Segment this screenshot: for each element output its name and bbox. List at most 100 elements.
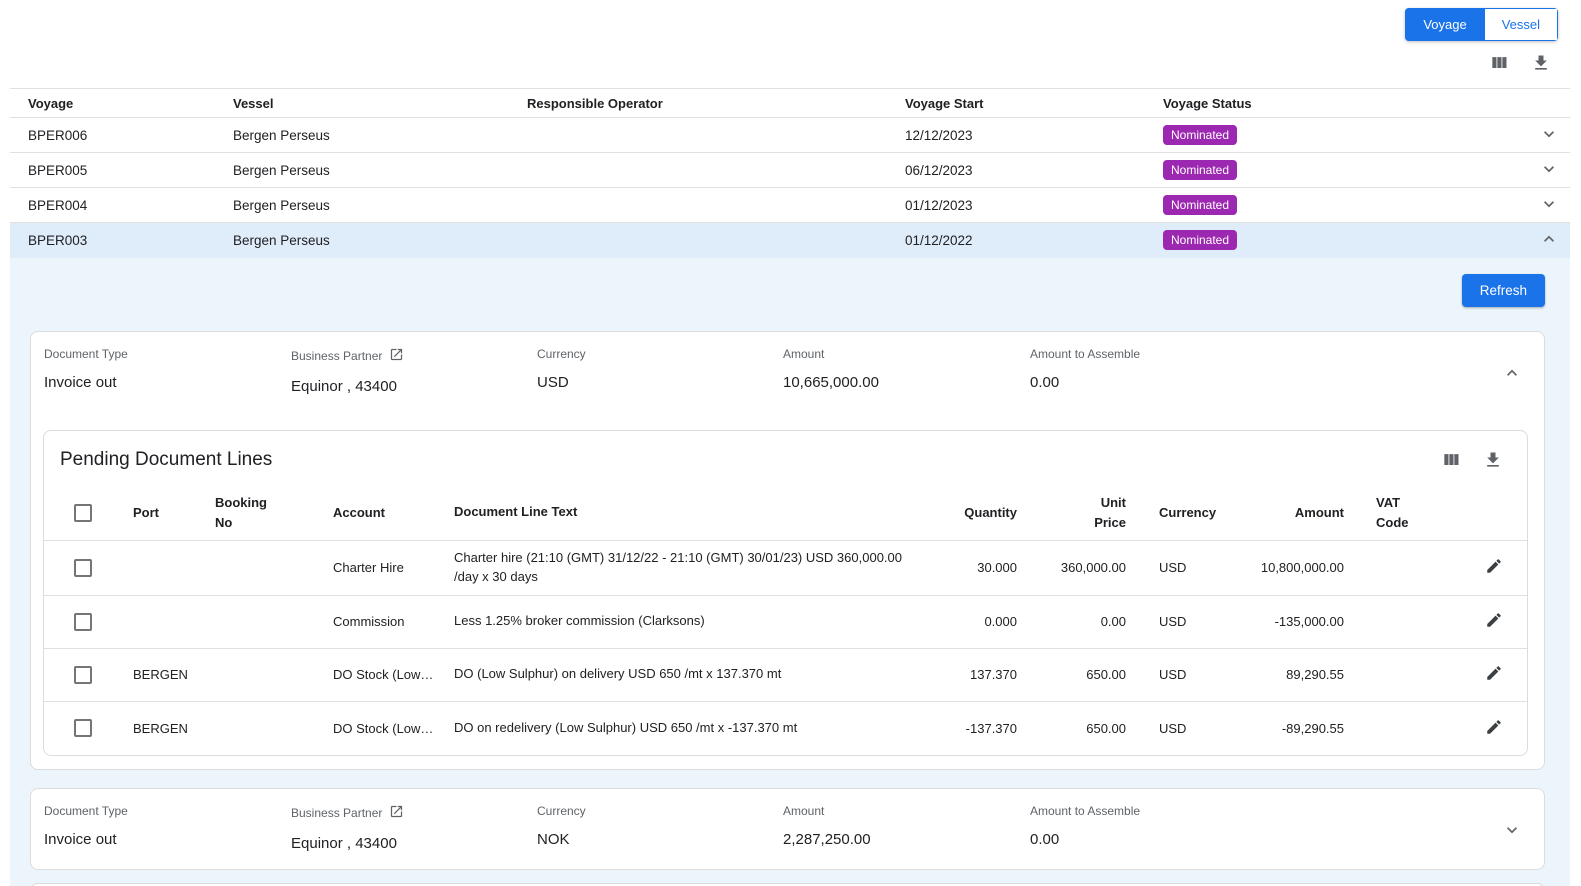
account-cell: DO Stock (Low… — [333, 721, 454, 736]
column-settings-icon[interactable] — [1441, 450, 1461, 470]
chevron-down-icon[interactable] — [1502, 820, 1522, 840]
document-line-row-do-delivery: BERGEN DO Stock (Low… DO (Low Sulphur) o… — [44, 649, 1527, 702]
select-all-checkbox[interactable] — [74, 504, 92, 522]
download-icon[interactable] — [1531, 53, 1551, 73]
amount-to-assemble-value: 0.00 — [1030, 831, 1502, 848]
column-header-quantity: Quantity — [927, 505, 1017, 520]
edit-cell — [1434, 557, 1527, 578]
pending-lines-toolbar — [1441, 450, 1503, 470]
edit-pencil-icon[interactable] — [1485, 557, 1503, 578]
open-in-new-icon[interactable] — [389, 347, 404, 365]
document-type-label: Document Type — [44, 804, 128, 818]
collapse-cell[interactable] — [1528, 229, 1570, 252]
field-amount-to-assemble: Amount to Assemble 0.00 — [1030, 347, 1502, 391]
amount-value: 10,665,000.00 — [783, 374, 1030, 391]
account-cell: Charter Hire — [333, 560, 454, 575]
expand-cell[interactable] — [1528, 194, 1570, 217]
refresh-button[interactable]: Refresh — [1462, 274, 1545, 307]
row-checkbox[interactable] — [74, 613, 92, 631]
quantity-cell: 0.000 — [927, 614, 1017, 629]
pending-lines-table-header: Port Booking No Account Document Line Te… — [44, 485, 1527, 541]
field-business-partner: Business Partner Equinor , 43400 — [291, 804, 537, 852]
document-line-text-cell: DO (Low Sulphur) on delivery USD 650 /mt… — [454, 657, 927, 692]
column-header-responsible-operator: Responsible Operator — [527, 96, 905, 111]
vessel-toggle-button[interactable]: Vessel — [1484, 8, 1558, 41]
unit-price-cell: 650.00 — [1017, 667, 1126, 682]
column-header-booking-no: Booking No — [215, 493, 333, 532]
quantity-cell: -137.370 — [927, 721, 1017, 736]
document-line-text-cell: Less 1.25% broker commission (Clarksons) — [454, 604, 927, 639]
voyage-management-page: { "view_toggle": { "voyage": "Voyage", "… — [0, 0, 1581, 886]
view-toggle-bar: Voyage Vessel — [0, 0, 1581, 41]
voyage-table: Voyage Vessel Responsible Operator Voyag… — [10, 88, 1570, 258]
column-header-vat-code: VAT Code — [1344, 493, 1434, 532]
voyage-table-toolbar — [0, 41, 1581, 88]
vessel-cell: Bergen Perseus — [233, 198, 527, 213]
edit-pencil-icon[interactable] — [1485, 718, 1503, 739]
chevron-up-icon[interactable] — [1502, 363, 1522, 383]
voyage-table-header: Voyage Vessel Responsible Operator Voyag… — [10, 88, 1570, 118]
chevron-down-icon[interactable] — [1539, 124, 1559, 147]
voyage-start-cell: 01/12/2022 — [905, 233, 1163, 248]
download-icon[interactable] — [1483, 450, 1503, 470]
currency-value: USD — [537, 374, 783, 391]
field-business-partner: Business Partner Equinor , 43400 — [291, 347, 537, 395]
column-header-vessel: Vessel — [233, 96, 527, 111]
voyage-status-cell: Nominated — [1163, 160, 1528, 180]
pending-lines-title: Pending Document Lines — [60, 449, 272, 471]
chevron-down-icon[interactable] — [1539, 194, 1559, 217]
row-checkbox[interactable] — [74, 666, 92, 684]
quantity-cell: 137.370 — [927, 667, 1017, 682]
amount-label: Amount — [783, 804, 824, 818]
voyage-toggle-button[interactable]: Voyage — [1405, 8, 1484, 41]
account-cell: Commission — [333, 614, 454, 629]
column-header-currency: Currency — [1126, 505, 1241, 520]
unit-price-cell: 360,000.00 — [1017, 560, 1126, 575]
document-line-text-cell: Charter hire (21:10 (GMT) 31/12/22 - 21:… — [454, 541, 927, 595]
edit-cell — [1434, 718, 1527, 739]
chevron-up-icon[interactable] — [1539, 229, 1559, 252]
column-header-voyage-status: Voyage Status — [1163, 96, 1528, 111]
vessel-cell: Bergen Perseus — [233, 163, 527, 178]
voyage-row-bper006[interactable]: BPER006 Bergen Perseus 12/12/2023 Nomina… — [10, 118, 1570, 153]
column-header-unit-price: Unit Price — [1017, 493, 1126, 532]
business-partner-label: Business Partner — [291, 349, 382, 363]
row-checkbox[interactable] — [74, 719, 92, 737]
expand-cell[interactable] — [1528, 124, 1570, 147]
open-in-new-icon[interactable] — [389, 804, 404, 822]
voyage-cell: BPER004 — [10, 198, 233, 213]
currency-cell: USD — [1126, 560, 1241, 575]
unit-price-cell: 650.00 — [1017, 721, 1126, 736]
select-all-cell — [44, 504, 133, 522]
column-settings-icon[interactable] — [1489, 53, 1509, 73]
business-partner-value: Equinor , 43400 — [291, 835, 537, 852]
voyage-start-cell: 06/12/2023 — [905, 163, 1163, 178]
port-cell: BERGEN — [133, 667, 215, 682]
voyage-row-bper005[interactable]: BPER005 Bergen Perseus 06/12/2023 Nomina… — [10, 153, 1570, 188]
voyage-row-bper003-expanded[interactable]: BPER003 Bergen Perseus 01/12/2022 Nomina… — [10, 223, 1570, 258]
vessel-cell: Bergen Perseus — [233, 128, 527, 143]
document-card-nok: Document Type Invoice out Business Partn… — [30, 788, 1545, 870]
status-badge: Nominated — [1163, 230, 1237, 250]
document-card-header: Document Type Invoice out Business Partn… — [31, 789, 1544, 869]
voyage-cell: BPER003 — [10, 233, 233, 248]
document-type-value: Invoice out — [44, 374, 291, 391]
voyage-row-bper004[interactable]: BPER004 Bergen Perseus 01/12/2023 Nomina… — [10, 188, 1570, 223]
edit-pencil-icon[interactable] — [1485, 664, 1503, 685]
status-badge: Nominated — [1163, 125, 1237, 145]
field-document-type: Document Type Invoice out — [44, 804, 291, 848]
edit-pencil-icon[interactable] — [1485, 611, 1503, 632]
column-header-port: Port — [133, 505, 215, 520]
amount-cell: 10,800,000.00 — [1241, 560, 1344, 575]
document-card-usd: Document Type Invoice out Business Partn… — [30, 331, 1545, 770]
column-header-document-line-text: Document Line Text — [454, 495, 927, 530]
expand-cell[interactable] — [1528, 159, 1570, 182]
view-toggle-group: Voyage Vessel — [1405, 8, 1558, 41]
quantity-cell: 30.000 — [927, 560, 1017, 575]
vessel-cell: Bergen Perseus — [233, 233, 527, 248]
row-select-cell — [44, 559, 133, 577]
column-header-voyage: Voyage — [10, 96, 233, 111]
chevron-down-icon[interactable] — [1539, 159, 1559, 182]
row-checkbox[interactable] — [74, 559, 92, 577]
amount-to-assemble-label: Amount to Assemble — [1030, 804, 1140, 818]
